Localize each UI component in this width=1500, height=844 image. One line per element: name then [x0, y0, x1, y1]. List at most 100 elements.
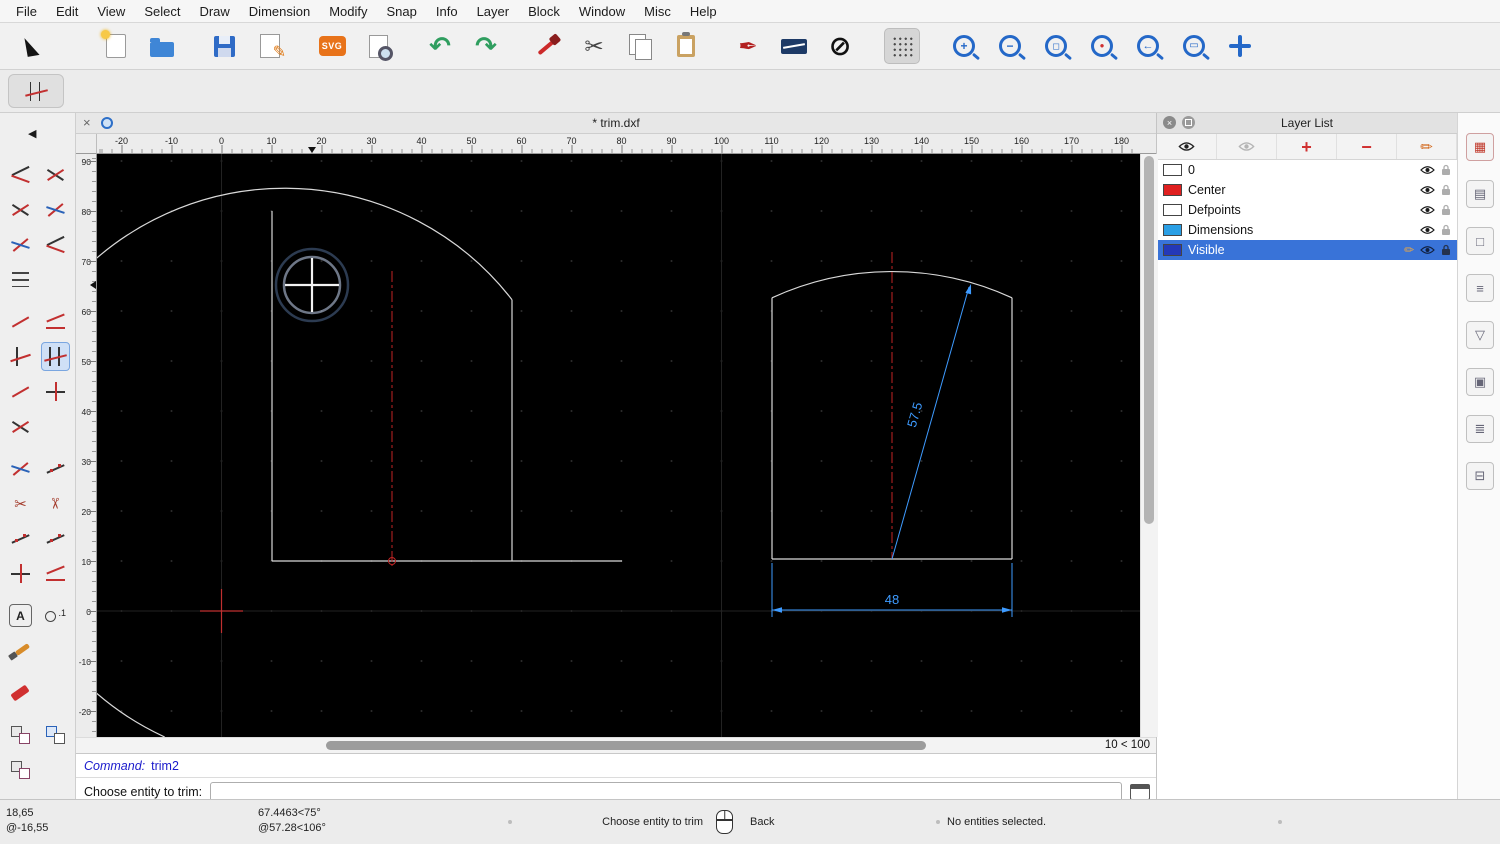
- edit-layer-button[interactable]: [1397, 134, 1457, 159]
- print-preview-button[interactable]: [360, 28, 396, 64]
- grid-toggle-button[interactable]: [884, 28, 920, 64]
- modify-flip-icon[interactable]: [7, 231, 34, 258]
- menu-edit[interactable]: Edit: [56, 4, 78, 19]
- layer-row[interactable]: Defpoints: [1157, 200, 1457, 220]
- vertical-scrollbar-thumb[interactable]: [1144, 156, 1154, 524]
- modify-move-icon[interactable]: [7, 161, 34, 188]
- horizontal-scrollbar-thumb[interactable]: [326, 741, 926, 750]
- copy-button[interactable]: [622, 28, 658, 64]
- save-as-button[interactable]: [252, 28, 288, 64]
- menu-block[interactable]: Block: [528, 4, 560, 19]
- modify-delete-icon[interactable]: [42, 308, 69, 335]
- layer-color-swatch[interactable]: [1163, 164, 1182, 176]
- layer-visibility-icon[interactable]: [1420, 245, 1435, 255]
- menu-info[interactable]: Info: [436, 4, 458, 19]
- layer-visibility-icon[interactable]: [1420, 225, 1435, 235]
- modify-offset-icon[interactable]: [7, 308, 34, 335]
- line-attributes-button[interactable]: [776, 28, 812, 64]
- paste-button[interactable]: [668, 28, 704, 64]
- modify-mirror-icon[interactable]: [42, 196, 69, 223]
- view-list-button[interactable]: ≡: [1466, 274, 1494, 302]
- layer-visibility-icon[interactable]: [1420, 205, 1435, 215]
- hide-all-layers-button[interactable]: [1217, 134, 1277, 159]
- active-tool-trim-both-button[interactable]: [8, 74, 64, 108]
- layer-row[interactable]: Dimensions: [1157, 220, 1457, 240]
- zoom-out-button[interactable]: [992, 28, 1028, 64]
- layer-visibility-icon[interactable]: [1420, 165, 1435, 175]
- menu-layer[interactable]: Layer: [477, 4, 510, 19]
- menu-draw[interactable]: Draw: [199, 4, 229, 19]
- undo-button[interactable]: [422, 28, 458, 64]
- menu-window[interactable]: Window: [579, 4, 625, 19]
- redo-button[interactable]: [468, 28, 504, 64]
- layer-lock-icon[interactable]: [1441, 244, 1451, 256]
- command-detach-icon[interactable]: [1130, 784, 1150, 800]
- modify-stretch-icon[interactable]: [7, 560, 34, 587]
- layer-row[interactable]: Center: [1157, 180, 1457, 200]
- show-all-layers-button[interactable]: [1157, 134, 1217, 159]
- layer-color-swatch[interactable]: [1163, 224, 1182, 236]
- zoom-window-button[interactable]: [1176, 28, 1212, 64]
- layer-color-swatch[interactable]: [1163, 184, 1182, 196]
- modify-order-icon[interactable]: [7, 266, 34, 293]
- vertical-scrollbar[interactable]: [1140, 154, 1158, 737]
- modify-lengthen-icon[interactable]: [7, 378, 34, 405]
- create-block-icon[interactable]: [42, 721, 69, 748]
- layer-lock-icon[interactable]: [1441, 224, 1451, 236]
- layer-list-button[interactable]: ▤: [1466, 180, 1494, 208]
- layer-lock-icon[interactable]: [1441, 184, 1451, 196]
- library-browser-button[interactable]: ▣: [1466, 368, 1494, 396]
- property-editor-button[interactable]: ▦: [1466, 133, 1494, 161]
- clipboard-panel-button[interactable]: ⊟: [1466, 462, 1494, 490]
- new-file-button[interactable]: [98, 28, 134, 64]
- pointer-button[interactable]: [14, 28, 50, 64]
- modify-trim-icon[interactable]: [7, 343, 34, 370]
- command-line-button[interactable]: ≣: [1466, 415, 1494, 443]
- layer-row[interactable]: 0: [1157, 160, 1457, 180]
- open-file-button[interactable]: [144, 28, 180, 64]
- modify-bevel-icon[interactable]: [42, 378, 69, 405]
- pan-button[interactable]: [1222, 28, 1258, 64]
- zoom-selection-button[interactable]: [1084, 28, 1120, 64]
- layer-color-swatch[interactable]: [1163, 244, 1182, 256]
- edit-block-icon[interactable]: [7, 756, 34, 783]
- explode-block-icon[interactable]: [7, 721, 34, 748]
- menu-snap[interactable]: Snap: [387, 4, 417, 19]
- zoom-previous-button[interactable]: [1130, 28, 1166, 64]
- hatch-icon[interactable]: [7, 637, 34, 664]
- modify-trim-both-icon[interactable]: [41, 342, 70, 371]
- layer-lock-icon[interactable]: [1441, 164, 1451, 176]
- zoom-auto-button[interactable]: [1038, 28, 1074, 64]
- modify-break-gap-manual-icon[interactable]: [42, 525, 69, 552]
- menu-modify[interactable]: Modify: [329, 4, 367, 19]
- modify-cut-icon[interactable]: [7, 490, 34, 517]
- menu-file[interactable]: File: [16, 4, 37, 19]
- remove-button[interactable]: [530, 28, 566, 64]
- modify-rotate-two-icon[interactable]: [42, 231, 69, 258]
- modify-scale-icon[interactable]: [7, 196, 34, 223]
- menu-select[interactable]: Select: [144, 4, 180, 19]
- modify-split-icon[interactable]: [42, 490, 69, 517]
- modify-break-gap-icon[interactable]: [7, 525, 34, 552]
- add-layer-button[interactable]: [1277, 134, 1337, 159]
- horizontal-scrollbar[interactable]: [96, 738, 1055, 753]
- modify-rotate-icon[interactable]: [42, 161, 69, 188]
- menu-help[interactable]: Help: [690, 4, 717, 19]
- delete-selected-icon[interactable]: [7, 679, 34, 706]
- linetype-scale-icon[interactable]: [42, 602, 69, 629]
- remove-layer-button[interactable]: [1337, 134, 1397, 159]
- modify-divide-icon[interactable]: [7, 455, 34, 482]
- collapse-tools-icon[interactable]: ◀: [28, 127, 36, 140]
- layer-row[interactable]: Visible: [1157, 240, 1457, 260]
- modify-morph-icon[interactable]: [42, 560, 69, 587]
- zoom-in-button[interactable]: [946, 28, 982, 64]
- draft-mode-button[interactable]: [822, 28, 858, 64]
- modify-round-icon[interactable]: [7, 413, 34, 440]
- block-list-button[interactable]: □: [1466, 227, 1494, 255]
- pen-button[interactable]: [730, 28, 766, 64]
- modify-break-out-icon[interactable]: [42, 455, 69, 482]
- selection-filter-button[interactable]: ▽: [1466, 321, 1494, 349]
- menu-misc[interactable]: Misc: [644, 4, 671, 19]
- cut-button[interactable]: [576, 28, 612, 64]
- layer-visibility-icon[interactable]: [1420, 185, 1435, 195]
